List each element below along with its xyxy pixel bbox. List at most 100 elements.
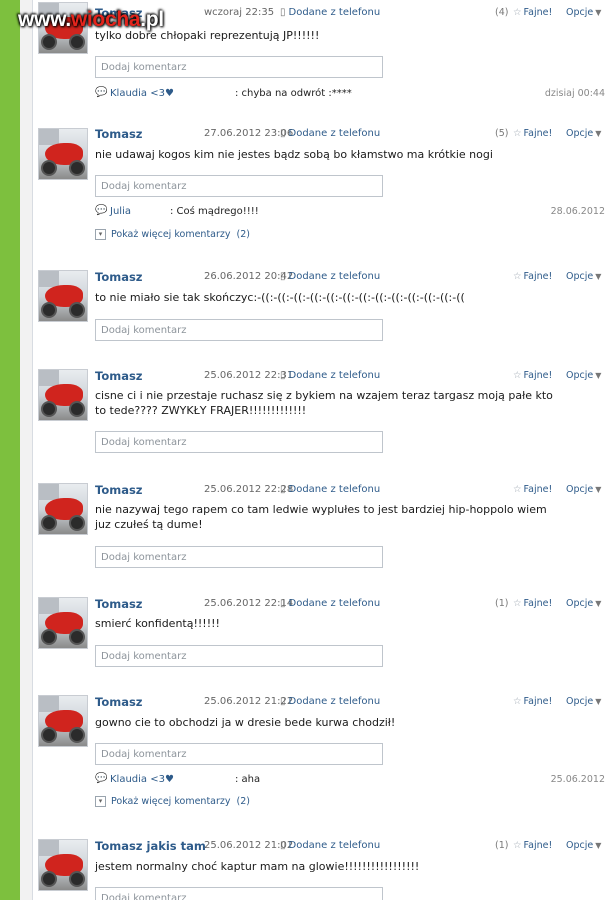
post-author[interactable]: Tomasz — [95, 483, 143, 497]
like-count: (1) — [495, 598, 509, 609]
avatar[interactable] — [38, 695, 88, 747]
phone-icon: ▯ — [280, 7, 286, 18]
reply: 💬 Julia : Coś mądrego!!!! 28.06.2012 — [95, 205, 605, 219]
reply-date: 25.06.2012 — [550, 774, 605, 785]
reply: 💬 Klaudia <3♥ : aha 25.06.2012 — [95, 773, 605, 787]
options-menu[interactable]: Opcje ▼ — [566, 484, 601, 495]
options-menu[interactable]: Opcje ▼ — [566, 128, 601, 139]
comment-input[interactable]: Dodaj komentarz — [95, 887, 383, 900]
comment-input[interactable]: Dodaj komentarz — [95, 743, 383, 765]
comment-input[interactable]: Dodaj komentarz — [95, 645, 383, 667]
reply-text: : aha — [235, 774, 261, 785]
options-menu[interactable]: Opcje ▼ — [566, 840, 601, 851]
from-phone-label: ▯ Dodane z telefonu — [280, 484, 381, 495]
post: Tomasz 25.06.2012 21:22 ▯ Dodane z telefo… — [33, 685, 614, 830]
reply-date: dzisiaj 00:44 — [544, 88, 605, 99]
post-text: to nie miało sie tak skończyc:-((:-((:-(… — [95, 291, 465, 304]
post-author[interactable]: Tomasz — [95, 695, 143, 709]
post-text: smierć konfidentą!!!!!! — [95, 617, 220, 630]
post-text: gowno cie to obchodzi ja w dresie bede k… — [95, 716, 396, 729]
options-menu[interactable]: Opcje ▼ — [566, 598, 601, 609]
from-phone-label: ▯ Dodane z telefonu — [280, 840, 381, 851]
post-author[interactable]: Tomasz jakis tam — [95, 839, 206, 853]
post: Tomasz 25.06.2012 22:14 ▯ Dodane z telefo… — [33, 587, 614, 686]
phone-icon: ▯ — [280, 484, 286, 495]
reply-text: : Coś mądrego!!!! — [170, 206, 259, 217]
post-author[interactable]: Tomasz — [95, 369, 143, 383]
chevron-down-icon: ▼ — [595, 697, 602, 706]
comment-feed: Tomasz wczoraj 22:35 ▯ Dodane z telefonu … — [32, 0, 614, 900]
options-menu[interactable]: Opcje ▼ — [566, 271, 601, 282]
like-button[interactable]: ☆ Fajne! — [513, 271, 552, 282]
star-icon: ☆ — [513, 7, 522, 18]
chevron-down-icon: ▼ — [595, 129, 602, 138]
star-icon: ☆ — [513, 271, 522, 282]
speech-bubble-icon: 💬 — [95, 773, 108, 784]
reply-date: 28.06.2012 — [550, 206, 605, 217]
avatar[interactable] — [38, 270, 88, 322]
comment-input[interactable]: Dodaj komentarz — [95, 175, 383, 197]
like-count: (4) — [495, 7, 509, 18]
like-count: (1) — [495, 840, 509, 851]
like-button[interactable]: ☆ Fajne! — [513, 370, 552, 381]
like-button[interactable]: ☆ Fajne! — [513, 696, 552, 707]
left-gutter — [20, 0, 32, 900]
phone-icon: ▯ — [280, 271, 286, 282]
post: Tomasz 26.06.2012 20:42 ▯ Dodane z telefo… — [33, 261, 614, 360]
show-more-comments[interactable]: ▾ Pokaż więcej komentarzy (2) — [95, 796, 250, 810]
from-phone-label: ▯ Dodane z telefonu — [280, 271, 381, 282]
reply-author[interactable]: Klaudia <3♥ — [110, 88, 174, 99]
phone-icon: ▯ — [280, 370, 286, 381]
like-count: (5) — [495, 128, 509, 139]
comment-input[interactable]: Dodaj komentarz — [95, 319, 383, 341]
post-author[interactable]: Tomasz — [95, 597, 143, 611]
avatar[interactable] — [38, 839, 88, 891]
like-button[interactable]: ☆ Fajne! — [513, 484, 552, 495]
phone-icon: ▯ — [280, 840, 286, 851]
comment-input[interactable]: Dodaj komentarz — [95, 56, 383, 78]
avatar[interactable] — [38, 128, 88, 180]
comment-input[interactable]: Dodaj komentarz — [95, 546, 383, 568]
avatar[interactable] — [38, 483, 88, 535]
phone-icon: ▯ — [280, 128, 286, 139]
chevron-down-icon: ▼ — [595, 841, 602, 850]
like-button[interactable]: ☆ Fajne! — [513, 7, 552, 18]
post-author[interactable]: Tomasz — [95, 270, 143, 284]
options-menu[interactable]: Opcje ▼ — [566, 696, 601, 707]
expand-icon: ▾ — [95, 796, 106, 807]
post-date: wczoraj 22:35 — [204, 7, 275, 18]
options-menu[interactable]: Opcje ▼ — [566, 370, 601, 381]
star-icon: ☆ — [513, 128, 522, 139]
avatar[interactable] — [38, 597, 88, 649]
site-logo[interactable]: www.wiocha.pl — [18, 8, 164, 32]
post-author[interactable]: Tomasz — [95, 127, 143, 141]
chevron-down-icon: ▼ — [595, 599, 602, 608]
like-button[interactable]: ☆ Fajne! — [513, 840, 552, 851]
speech-bubble-icon: 💬 — [95, 87, 108, 98]
post-text: nie udawaj kogos kim nie jestes bądz sob… — [95, 148, 493, 161]
reply-author[interactable]: Julia — [110, 206, 131, 217]
phone-icon: ▯ — [280, 598, 286, 609]
chevron-down-icon: ▼ — [595, 371, 602, 380]
post-text: jestem normalny choć kaptur mam na glowi… — [95, 860, 420, 873]
like-button[interactable]: ☆ Fajne! — [513, 128, 552, 139]
post: Tomasz jakis tam 25.06.2012 21:02 ▯ Dodan… — [33, 829, 614, 900]
from-phone-label: ▯ Dodane z telefonu — [280, 598, 381, 609]
from-phone-label: ▯ Dodane z telefonu — [280, 7, 381, 18]
expand-icon: ▾ — [95, 229, 106, 240]
comment-input[interactable]: Dodaj komentarz — [95, 431, 383, 453]
left-accent-bar — [0, 0, 20, 900]
from-phone-label: ▯ Dodane z telefonu — [280, 696, 381, 707]
reply-author[interactable]: Klaudia <3♥ — [110, 774, 174, 785]
post: Tomasz 25.06.2012 22:31 ▯ Dodane z telefo… — [33, 359, 614, 474]
like-button[interactable]: ☆ Fajne! — [513, 598, 552, 609]
from-phone-label: ▯ Dodane z telefonu — [280, 128, 381, 139]
options-menu[interactable]: Opcje ▼ — [566, 7, 601, 18]
from-phone-label: ▯ Dodane z telefonu — [280, 370, 381, 381]
avatar[interactable] — [38, 369, 88, 421]
post-text: nie nazywaj tego rapem co tam ledwie wyp… — [95, 503, 547, 531]
show-more-comments[interactable]: ▾ Pokaż więcej komentarzy (2) — [95, 229, 250, 243]
star-icon: ☆ — [513, 696, 522, 707]
speech-bubble-icon: 💬 — [95, 205, 108, 216]
reply-text: : chyba na odwrót :**** — [235, 88, 352, 99]
